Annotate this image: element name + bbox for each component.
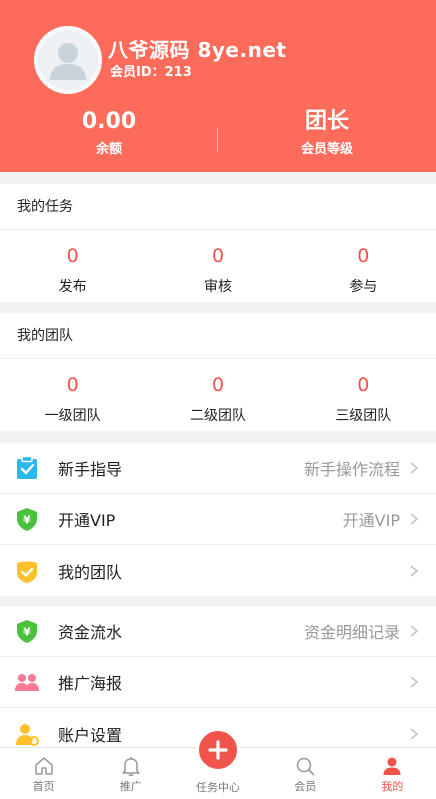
tab-label: 首页 <box>32 780 55 793</box>
tab-task-center[interactable]: 任务中心 <box>174 728 261 799</box>
task-publish[interactable]: 0 发布 <box>0 230 145 302</box>
person-icon <box>383 757 401 775</box>
chevron-right-icon <box>408 513 420 525</box>
tab-home[interactable]: 首页 <box>0 748 87 799</box>
task-publish-count: 0 <box>66 245 79 267</box>
shield-check-icon <box>14 558 40 584</box>
bell-icon <box>122 757 140 776</box>
menu-item-open-vip[interactable]: ¥ 开通VIP 开通VIP <box>0 494 436 545</box>
team-level-2[interactable]: 0 二级团队 <box>145 359 290 431</box>
my-team-card: 我的团队 0 一级团队 0 二级团队 0 三级团队 <box>0 313 436 431</box>
user-settings-icon <box>14 721 40 747</box>
menu-item-promo-poster[interactable]: 推广海报 <box>0 657 436 708</box>
chevron-right-icon <box>408 462 420 474</box>
chevron-right-icon <box>408 676 420 688</box>
task-review[interactable]: 0 审核 <box>145 230 290 302</box>
menu-extra: 开通VIP <box>342 511 400 530</box>
member-level-label: 会员等级 <box>300 142 353 157</box>
my-team-title: 我的团队 <box>0 313 436 359</box>
chevron-right-icon <box>408 625 420 637</box>
task-review-label: 审核 <box>203 279 232 295</box>
my-tasks-card: 我的任务 0 发布 0 审核 0 参与 <box>0 184 436 302</box>
balance-value: 0.00 <box>81 109 137 134</box>
clipboard-check-icon <box>14 455 40 481</box>
plus-icon[interactable] <box>196 728 240 772</box>
shield-yen-icon: ¥ <box>14 506 40 532</box>
team-level-1-count: 0 <box>66 374 79 396</box>
menu-extra: 资金明细记录 <box>303 623 400 642</box>
home-icon <box>34 757 53 775</box>
menu-extra: 新手操作流程 <box>303 460 400 479</box>
tab-member[interactable]: 会员 <box>262 748 349 799</box>
balance-stat[interactable]: 0.00 余额 <box>0 108 218 158</box>
avatar-placeholder-icon <box>38 30 98 90</box>
menu-item-my-team[interactable]: 我的团队 <box>0 545 436 596</box>
svg-text:¥: ¥ <box>23 514 31 527</box>
chevron-right-icon <box>408 727 420 740</box>
tab-label: 我的 <box>381 780 404 793</box>
task-publish-label: 发布 <box>58 279 87 295</box>
member-level-stat[interactable]: 团长 会员等级 <box>218 108 436 158</box>
task-participate-count: 0 <box>357 245 370 267</box>
task-participate[interactable]: 0 参与 <box>291 230 436 302</box>
menu-label: 资金流水 <box>58 623 123 642</box>
team-level-2-count: 0 <box>211 374 225 396</box>
tab-label: 推广 <box>119 780 142 793</box>
my-tasks-title: 我的任务 <box>0 184 436 230</box>
tab-label: 会员 <box>294 780 317 793</box>
member-level-value: 团长 <box>304 109 349 134</box>
team-level-2-label: 二级团队 <box>189 408 246 424</box>
task-participate-label: 参与 <box>349 279 378 295</box>
task-review-count: 0 <box>211 245 225 267</box>
member-id: 会员ID：213 <box>110 65 192 80</box>
team-level-3-count: 0 <box>357 374 370 396</box>
menu-label: 新手指导 <box>58 460 123 479</box>
menu-label: 我的团队 <box>58 562 123 582</box>
profile-header: 八爷源码 8ye.net 会员ID：213 0.00 余额 团长 会员等级 <box>0 0 436 172</box>
team-level-3[interactable]: 0 三级团队 <box>291 359 436 431</box>
balance-label: 余额 <box>95 142 122 157</box>
menu-item-fund-flow[interactable]: ¥ 资金流水 资金明细记录 <box>0 606 436 657</box>
shield-yen-icon: ¥ <box>14 618 40 644</box>
team-level-1[interactable]: 0 一级团队 <box>0 359 145 431</box>
bottom-tab-bar: 首页 推广 任务中心 会员 我的 <box>0 728 436 799</box>
svg-text:¥: ¥ <box>23 626 31 639</box>
tab-mine[interactable]: 我的 <box>349 748 436 799</box>
search-icon <box>296 757 315 776</box>
team-level-3-label: 三级团队 <box>335 408 392 424</box>
users-icon <box>14 669 40 695</box>
tab-promote[interactable]: 推广 <box>87 748 174 799</box>
avatar[interactable] <box>34 26 102 94</box>
tab-label: 任务中心 <box>196 781 240 794</box>
team-level-1-label: 一级团队 <box>44 408 101 424</box>
chevron-right-icon <box>408 564 420 577</box>
user-name: 八爷源码 8ye.net <box>108 38 287 62</box>
menu-group-guide: 新手指导 新手操作流程 ¥ 开通VIP 开通VIP 我的团队 <box>0 443 436 596</box>
menu-item-beginner-guide[interactable]: 新手指导 新手操作流程 <box>0 443 436 494</box>
menu-label: 推广海报 <box>58 674 123 693</box>
menu-label: 开通VIP <box>58 511 116 530</box>
